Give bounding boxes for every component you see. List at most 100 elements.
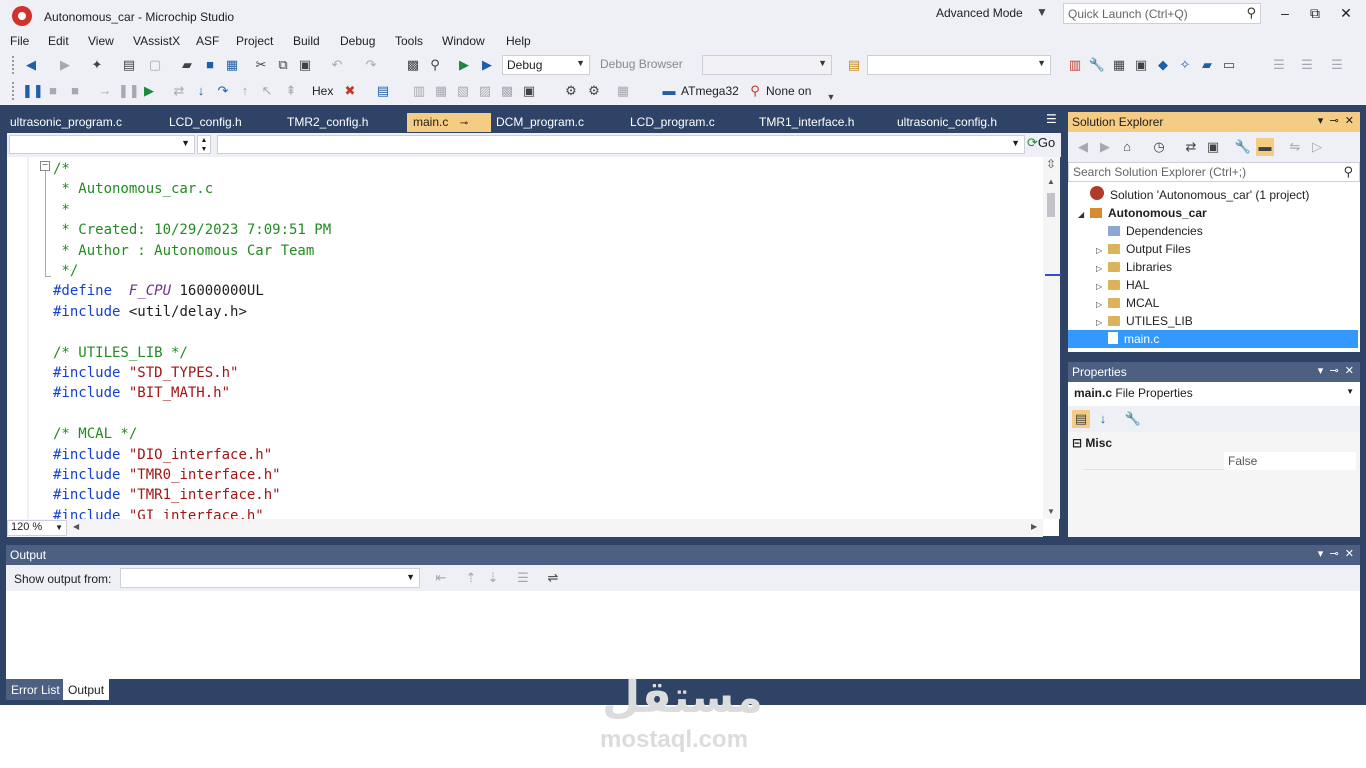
- menu-edit[interactable]: Edit: [48, 34, 69, 48]
- close-icon[interactable]: ✕: [1345, 365, 1354, 377]
- app-logo-icon[interactable]: [12, 6, 32, 26]
- pin-icon[interactable]: ⊸: [1329, 548, 1338, 560]
- spin-control[interactable]: ▲ ▼: [197, 135, 211, 154]
- scroll-down-icon[interactable]: ▼: [1047, 507, 1055, 516]
- tab-output[interactable]: Output: [63, 679, 110, 700]
- program-icon[interactable]: ⚙: [585, 82, 603, 100]
- new-file-icon[interactable]: ▤: [120, 56, 138, 74]
- collapse-all-icon[interactable]: ▣: [1204, 138, 1222, 156]
- advanced-mode-label[interactable]: Advanced Mode: [936, 6, 1023, 20]
- horizontal-scrollbar[interactable]: 120 % ▼ ◀ ▶: [7, 519, 1043, 537]
- split-icon[interactable]: ⇳: [1046, 157, 1056, 171]
- device-pack-icon[interactable]: ▦: [1110, 56, 1128, 74]
- tab-tmr2-config[interactable]: TMR2_config.h: [287, 113, 368, 132]
- next-message-icon[interactable]: ⇣: [484, 569, 502, 587]
- show-next-statement-icon[interactable]: ⇄: [170, 82, 188, 100]
- code-line[interactable]: #define F_CPU 16000000UL: [53, 281, 264, 301]
- pin-icon[interactable]: ⊸: [1329, 365, 1338, 377]
- solution-explorer-header[interactable]: Solution Explorer ▾ ⊸ ✕: [1068, 112, 1360, 132]
- quick-launch-input[interactable]: Quick Launch (Ctrl+Q) ⚲: [1063, 3, 1261, 24]
- options-icon[interactable]: ▦: [614, 82, 632, 100]
- tree-item[interactable]: ▷ HAL: [1068, 276, 1149, 294]
- navigate-back-icon[interactable]: ◀: [22, 56, 40, 74]
- outdent-icon[interactable]: ☰: [1298, 56, 1316, 74]
- step-over-icon[interactable]: ↷: [214, 82, 232, 100]
- tree-item[interactable]: Dependencies: [1068, 222, 1203, 240]
- pause-icon[interactable]: ❚❚: [118, 82, 140, 100]
- type-combo[interactable]: ▼: [9, 135, 195, 154]
- code-line[interactable]: #include "STD_TYPES.h": [53, 363, 238, 383]
- minimize-button[interactable]: –: [1275, 5, 1295, 21]
- panel-controls[interactable]: ▾ ⊸ ✕: [1318, 364, 1354, 377]
- preview-icon[interactable]: ▷: [1308, 138, 1326, 156]
- panel-controls[interactable]: ▾ ⊸ ✕: [1318, 114, 1354, 127]
- menu-project[interactable]: Project: [236, 34, 273, 48]
- chip-icon[interactable]: ▣: [1132, 56, 1150, 74]
- menu-file[interactable]: File: [10, 34, 29, 48]
- scroll-right-icon[interactable]: ▶: [1031, 522, 1037, 531]
- property-row[interactable]: False: [1084, 452, 1356, 470]
- dropdown-icon[interactable]: ▾: [1318, 365, 1324, 377]
- find-combo-icon[interactable]: ▤: [845, 56, 863, 74]
- undo-icon[interactable]: ↶: [328, 56, 346, 74]
- tool-label[interactable]: None on: [766, 84, 811, 98]
- new-project-icon[interactable]: ✦: [88, 56, 106, 74]
- tree-item[interactable]: ▷ UTILES_LIB: [1068, 312, 1193, 330]
- tree-item[interactable]: ▷ Libraries: [1068, 258, 1172, 276]
- go-button[interactable]: ⟳Go: [1027, 135, 1055, 151]
- debug-windows-icon[interactable]: ▤: [374, 82, 392, 100]
- continue-icon[interactable]: ▶: [140, 82, 158, 100]
- menu-vassistx[interactable]: VAssistX: [133, 34, 180, 48]
- properties-header[interactable]: Properties ▾ ⊸ ✕: [1068, 362, 1360, 382]
- terminal-icon[interactable]: ▭: [1220, 56, 1238, 74]
- reset-icon[interactable]: →: [96, 82, 114, 100]
- view-class-icon[interactable]: ⇋: [1286, 138, 1304, 156]
- save-icon[interactable]: ■: [201, 56, 219, 74]
- find-in-files-icon[interactable]: ▩: [404, 56, 422, 74]
- code-line[interactable]: #include "TMR0_interface.h": [53, 465, 281, 485]
- panel-controls[interactable]: ▾ ⊸ ✕: [1318, 547, 1354, 560]
- word-wrap-icon[interactable]: ⇌: [544, 569, 562, 587]
- device-icon[interactable]: ⚙: [562, 82, 580, 100]
- code-line[interactable]: #include "TMR1_interface.h": [53, 485, 281, 505]
- find-icon[interactable]: ⚲: [426, 56, 444, 74]
- asf-wizard-icon[interactable]: ✧: [1176, 56, 1194, 74]
- tab-ultrasonic-program[interactable]: ultrasonic_program.c: [10, 113, 122, 132]
- code-line[interactable]: /*: [53, 159, 70, 179]
- tree-item[interactable]: ▷ Output Files: [1068, 240, 1191, 258]
- sync-icon[interactable]: ⇄: [1182, 138, 1200, 156]
- io-view-icon[interactable]: ▣: [520, 82, 538, 100]
- comment-icon[interactable]: ☰: [1328, 56, 1346, 74]
- tree-item[interactable]: ▷ MCAL: [1068, 294, 1159, 312]
- property-pages-icon[interactable]: 🔧: [1124, 410, 1142, 428]
- categorized-icon[interactable]: ▤: [1072, 410, 1090, 428]
- registers-icon[interactable]: ▧: [454, 82, 472, 100]
- maximize-button[interactable]: ⧉: [1305, 5, 1325, 22]
- save-all-icon[interactable]: ▦: [223, 56, 241, 74]
- stop-icon[interactable]: ■: [44, 82, 62, 100]
- code-area[interactable]: − /* * Autonomous_car.c * * Created: 10/…: [7, 157, 1043, 519]
- menu-asf[interactable]: ASF: [196, 34, 219, 48]
- code-line[interactable]: */: [53, 261, 78, 281]
- back-icon[interactable]: ◀: [1074, 138, 1092, 156]
- close-button[interactable]: ✕: [1336, 5, 1356, 22]
- start-debugging-icon[interactable]: ▶: [455, 56, 473, 74]
- vertical-scrollbar[interactable]: ⇳ ▲ ▼: [1043, 157, 1060, 519]
- extension-icon[interactable]: ◆: [1154, 56, 1172, 74]
- code-line[interactable]: #include "DIO_interface.h": [53, 445, 272, 465]
- code-line[interactable]: /* MCAL */: [53, 424, 137, 444]
- properties-object-selector[interactable]: main.c File Properties ▼: [1068, 382, 1360, 404]
- home-icon[interactable]: ⌂: [1118, 138, 1136, 156]
- menu-view[interactable]: View: [88, 34, 114, 48]
- stop-debugging-icon[interactable]: ■: [66, 82, 84, 100]
- member-combo[interactable]: ▼: [217, 135, 1025, 154]
- chip-device-icon[interactable]: ▬: [660, 82, 678, 100]
- pin-icon[interactable]: ⊸: [460, 118, 468, 129]
- collapse-icon[interactable]: ⊟: [1072, 436, 1082, 450]
- watch-icon[interactable]: ▦: [432, 82, 450, 100]
- disassembly-icon[interactable]: ▨: [476, 82, 494, 100]
- tab-lcd-program[interactable]: LCD_program.c: [630, 113, 715, 132]
- output-header[interactable]: Output ▾ ⊸ ✕: [6, 545, 1360, 565]
- tab-dcm-program[interactable]: DCM_program.c: [496, 113, 584, 132]
- code-line[interactable]: /* UTILES_LIB */: [53, 343, 188, 363]
